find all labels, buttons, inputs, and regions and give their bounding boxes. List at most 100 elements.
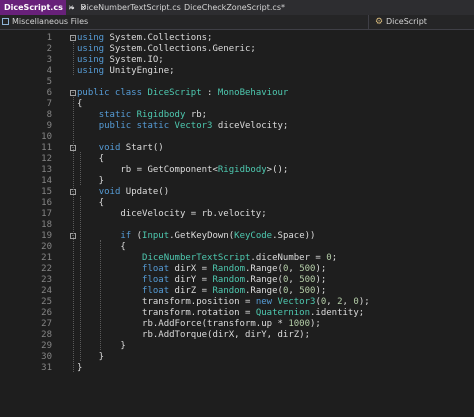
code-token: Rigidbody	[217, 165, 267, 175]
code-text: float dirY = Random.Range(0, 500);	[77, 275, 326, 286]
code-line[interactable]: 13 rb = GetComponent<Rigidbody>();	[0, 165, 474, 176]
code-line[interactable]: 5	[0, 77, 474, 88]
code-token: diceVelocity;	[212, 121, 289, 131]
indent-guide	[80, 196, 81, 361]
member-dropdown[interactable]: ⚙ DiceScript	[370, 15, 474, 29]
code-line[interactable]: 2 using System.Collections.Generic;	[0, 44, 474, 55]
code-token: Input	[142, 231, 170, 241]
code-line[interactable]: 9 public static Vector3 diceVelocity;	[0, 121, 474, 132]
code-line[interactable]: 31}	[0, 363, 474, 374]
code-token: 500	[299, 275, 316, 285]
code-token: rb.AddForce(transform.up *	[77, 319, 289, 329]
line-number: 23	[41, 275, 52, 285]
code-text: }	[77, 341, 125, 352]
code-line[interactable]: 18	[0, 220, 474, 231]
line-number: 2	[46, 44, 52, 54]
tab-dicescript[interactable]: DiceScript.cs ⊸ ✕	[0, 0, 86, 15]
collapse-icon[interactable]: -	[70, 35, 76, 41]
indent-guide	[73, 97, 74, 372]
code-line[interactable]: 29 }	[0, 341, 474, 352]
line-number: 12	[41, 154, 52, 164]
code-token: .GetKeyDown(	[169, 231, 235, 241]
line-number: 9	[46, 121, 52, 131]
line-number: 7	[46, 99, 52, 109]
code-token: >();	[266, 165, 289, 175]
line-number: 27	[41, 319, 52, 329]
code-token: using	[77, 44, 105, 54]
code-text: float dirX = Random.Range(0, 500);	[77, 264, 326, 275]
code-token: {	[77, 154, 105, 164]
line-number: 22	[41, 264, 52, 274]
tab-dicecheckzonescript[interactable]: DiceCheckZoneScript.cs*	[184, 0, 294, 15]
code-line[interactable]: 19- if (Input.GetKeyDown(KeyCode.Space))	[0, 231, 474, 242]
code-line[interactable]: 27 rb.AddForce(transform.up * 1000);	[0, 319, 474, 330]
navigation-bar: Miscellaneous Files ⚙ DiceScript	[0, 15, 474, 30]
code-line[interactable]: 23 float dirY = Random.Range(0, 500);	[0, 275, 474, 286]
line-number: 29	[41, 341, 52, 351]
code-token: ,	[326, 297, 338, 307]
code-token: using	[77, 55, 105, 65]
code-line[interactable]: 6 - public class DiceScript : MonoBehaviou…	[0, 88, 474, 99]
code-line[interactable]: 16 {	[0, 198, 474, 209]
code-line[interactable]: 30 }	[0, 352, 474, 363]
code-text: diceVelocity = rb.velocity;	[77, 209, 266, 220]
code-text: rb.AddTorque(dirX, dirY, dirZ);	[77, 330, 310, 341]
code-line[interactable]: 3 using System.IO;	[0, 55, 474, 66]
code-text: static Rigidbody rb;	[77, 110, 207, 121]
code-text: float dirZ = Random.Range(0, 500);	[77, 286, 326, 297]
code-text: rb.AddForce(transform.up * 1000);	[77, 319, 321, 330]
code-line[interactable]: 17 diceVelocity = rb.velocity;	[0, 209, 474, 220]
project-dropdown[interactable]: Miscellaneous Files	[0, 15, 369, 29]
code-line[interactable]: 10	[0, 132, 474, 143]
code-text: using System.Collections.Generic;	[77, 44, 256, 55]
line-number: 17	[41, 209, 52, 219]
code-line[interactable]: 22 float dirX = Random.Range(0, 500);	[0, 264, 474, 275]
code-token: );	[315, 275, 327, 285]
code-token: 500	[299, 264, 316, 274]
code-token: {	[77, 198, 105, 208]
code-token: public class	[77, 88, 148, 98]
code-line[interactable]: 4 using UnityEngine;	[0, 66, 474, 77]
code-text: {	[77, 198, 104, 209]
indent-guide	[80, 152, 81, 185]
code-token: Random	[212, 286, 245, 296]
code-line[interactable]: 7{	[0, 99, 474, 110]
code-line[interactable]: 14 }	[0, 176, 474, 187]
code-line[interactable]: 25 transform.position = new Vector3(0, 2…	[0, 297, 474, 308]
code-token: Random	[212, 275, 245, 285]
line-number: 11	[41, 143, 52, 153]
code-text: {	[77, 242, 125, 253]
code-line[interactable]: 24 float dirZ = Random.Range(0, 500);	[0, 286, 474, 297]
code-text: if (Input.GetKeyDown(KeyCode.Space))	[77, 231, 315, 242]
code-text: rb = GetComponent<Rigidbody>();	[77, 165, 288, 176]
close-icon[interactable]: ✕	[68, 4, 74, 12]
code-text: {	[77, 154, 104, 165]
code-line[interactable]: 11- void Start()	[0, 143, 474, 154]
code-token: :	[201, 88, 218, 98]
vertical-scrollbar[interactable]	[466, 30, 474, 417]
code-line[interactable]: 12 {	[0, 154, 474, 165]
code-line[interactable]: 20 {	[0, 242, 474, 253]
line-number: 18	[41, 220, 52, 230]
code-editor[interactable]: 1- using System.Collections; 2 using System…	[0, 30, 474, 417]
code-line[interactable]: 15- void Update()	[0, 187, 474, 198]
collapse-icon[interactable]: -	[70, 90, 76, 96]
line-number: 21	[41, 253, 52, 263]
code-line[interactable]: 21 DiceNumberTextScript.diceNumber = 0;	[0, 253, 474, 264]
code-line[interactable]: 28 rb.AddTorque(dirX, dirY, dirZ);	[0, 330, 474, 341]
code-token: .Range(	[245, 275, 283, 285]
code-line[interactable]: 1 - using System.Collections;	[0, 33, 474, 44]
code-token: using	[77, 33, 105, 43]
code-line[interactable]: 26 transform.rotation = Quaternion.ident…	[0, 308, 474, 319]
code-token: dirY =	[174, 275, 213, 285]
code-token: UnityEngine;	[104, 66, 175, 76]
line-number: 31	[41, 363, 52, 373]
code-token: public static	[98, 121, 175, 131]
code-text: using System.IO;	[77, 55, 164, 66]
tab-dicenumbertextscript[interactable]: ✕ DiceNumberTextScript.cs	[68, 0, 181, 15]
code-line[interactable]: 8 static Rigidbody rb;	[0, 110, 474, 121]
